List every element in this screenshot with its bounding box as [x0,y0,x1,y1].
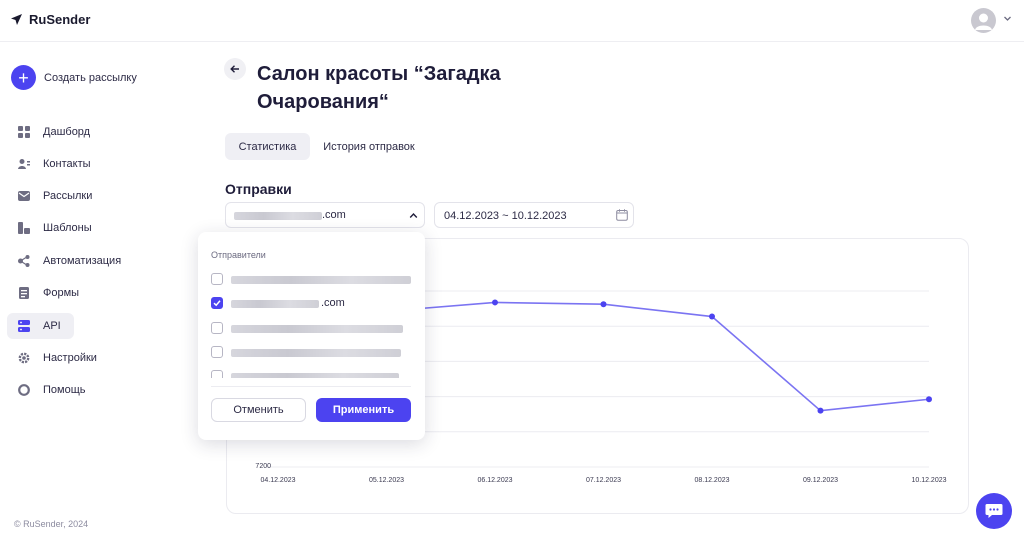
logo[interactable]: RuSender [10,12,90,27]
data-point [600,301,607,308]
sidebar-item-contacts[interactable]: Контакты [7,151,91,177]
chat-button[interactable] [976,493,1012,529]
x-tick-label: 06.12.2023 [477,477,512,484]
blurred-sender-text [231,349,401,357]
checkbox[interactable] [211,346,223,358]
chevron-down-icon[interactable] [1003,14,1012,23]
sender-select-value: .com [322,209,346,221]
calendar-icon [616,209,628,221]
sender-option[interactable] [211,346,411,360]
sidebar-item-label: Рассылки [43,190,93,202]
copyright: © RuSender, 2024 [14,519,89,529]
sidebar-item-label: Помощь [43,384,86,396]
sidebar-item-help[interactable]: Помощь [7,377,86,403]
automation-icon [18,255,30,267]
sender-option[interactable] [211,370,411,378]
sidebar-item-automation[interactable]: Автоматизация [7,248,121,274]
sidebar-item-label: Контакты [43,158,91,170]
create-mailing-button[interactable]: + Создать рассылку [11,65,137,90]
tab-send-history[interactable]: История отправок [314,133,424,160]
x-tick-label: 10.12.2023 [911,477,946,484]
user-icon [975,13,992,30]
help-icon [18,384,30,396]
plus-icon: + [11,65,36,90]
sidebar-item-forms[interactable]: Формы [7,280,79,306]
y-tick-label: 7200 [255,463,271,470]
checkbox[interactable] [211,273,223,285]
data-point [926,396,932,403]
back-button[interactable] [224,58,246,80]
date-range-value: 04.12.2023 ~ 10.12.2023 [444,210,567,222]
checkbox[interactable] [211,322,223,334]
chat-icon [985,504,1003,518]
dashboard-icon [18,126,30,138]
page-title: Салон красоты “Загадка Очарования“ [257,63,501,113]
check-icon [213,300,221,307]
top-bar: RuSender [0,0,1024,42]
sidebar-item-api[interactable]: API [7,313,74,339]
x-tick-label: 07.12.2023 [586,477,621,484]
checkbox[interactable] [211,297,223,309]
logo-text: RuSender [29,12,91,27]
templates-icon [18,222,30,234]
date-range-picker[interactable]: 04.12.2023 ~ 10.12.2023 [434,202,634,228]
blurred-sender-text [231,300,319,308]
api-icon [18,320,30,332]
data-point [817,407,824,414]
sender-option[interactable] [211,273,411,287]
gear-icon [18,352,30,364]
contacts-icon [18,159,30,169]
sender-option[interactable] [211,322,411,336]
sidebar-item-templates[interactable]: Шаблоны [7,215,92,241]
sidebar-item-settings[interactable]: Настройки [7,345,97,371]
sender-select[interactable]: .com [225,202,425,228]
sidebar-item-label: Формы [43,287,80,299]
sidebar-item-label: API [43,320,61,332]
tab-statistics[interactable]: Статистика [225,133,310,160]
x-tick-label: 04.12.2023 [260,477,295,484]
mailings-icon [18,191,30,201]
logo-arrow-icon [11,14,22,25]
blurred-sender-text [231,325,403,333]
checkbox[interactable] [211,370,223,378]
section-title: Отправки [225,181,292,197]
x-tick-label: 05.12.2023 [369,477,404,484]
sidebar-item-mailings[interactable]: Рассылки [7,183,92,209]
senders-dropdown: Отправители .com Отменить Применить [198,232,425,440]
avatar[interactable] [971,8,996,33]
blurred-sender-text [231,373,399,378]
chevron-up-icon [409,212,418,218]
apply-button[interactable]: Применить [316,398,411,422]
sidebar-item-label: Дашборд [43,126,91,138]
sender-option-suffix: .com [321,297,345,309]
create-mailing-label: Создать рассылку [44,71,137,84]
data-point [709,313,715,320]
x-tick-label: 09.12.2023 [803,477,838,484]
sidebar-item-label: Шаблоны [43,222,92,234]
cancel-button[interactable]: Отменить [211,398,306,422]
sender-option[interactable]: .com [211,297,411,311]
blurred-sender-text [234,212,322,220]
senders-dropdown-title: Отправители [211,250,266,260]
sidebar-item-dashboard[interactable]: Дашборд [7,119,90,145]
arrow-left-icon [230,65,239,73]
divider [211,386,411,387]
forms-icon [19,287,29,299]
sidebar-item-label: Автоматизация [43,255,122,267]
blurred-sender-text [231,276,411,284]
x-tick-label: 08.12.2023 [694,477,729,484]
sidebar-item-label: Настройки [43,352,97,364]
data-point [492,299,498,306]
